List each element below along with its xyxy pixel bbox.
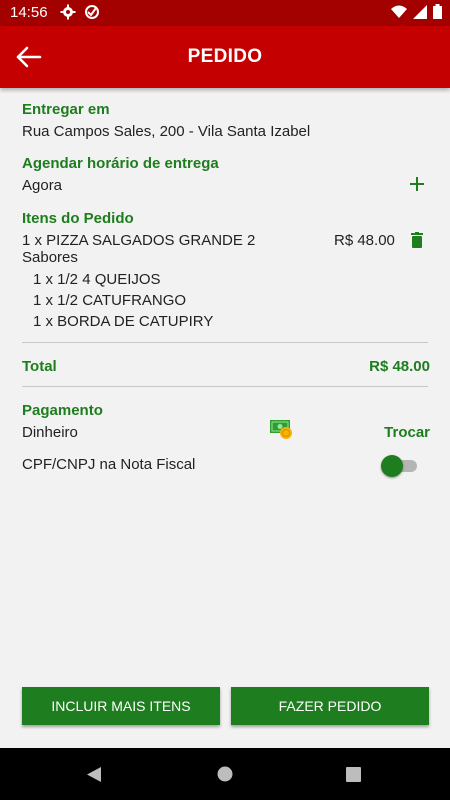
signal-icon: [413, 4, 427, 19]
order-item-price: R$ 48.00: [334, 232, 395, 249]
total-value: R$ 48.00: [369, 358, 430, 375]
schedule-value: Agora: [22, 177, 63, 194]
payment-method: Dinheiro: [22, 424, 78, 441]
schedule-label: Agendar horário de entrega: [22, 155, 219, 172]
total-label: Total: [22, 358, 57, 375]
app-bar: PEDIDO: [0, 26, 450, 88]
status-time: 14:56: [10, 4, 48, 21]
invoice-toggle[interactable]: [381, 455, 417, 477]
page-title: PEDIDO: [187, 46, 263, 67]
items-label: Itens do Pedido: [22, 210, 134, 227]
order-item-detail: 1 x 1/2 4 QUEIJOS: [33, 271, 161, 288]
delivery-label: Entregar em: [22, 101, 110, 118]
change-payment-button[interactable]: Trocar: [384, 424, 430, 441]
add-schedule-icon[interactable]: [409, 176, 425, 192]
order-item-detail: 1 x BORDA DE CATUPIRY: [33, 313, 214, 330]
cash-icon: [270, 420, 292, 439]
order-item-detail: 1 x 1/2 CATUFRANGO: [33, 292, 187, 309]
nav-back-icon[interactable]: [86, 766, 102, 783]
nav-recents-icon[interactable]: [346, 767, 361, 782]
order-item-name: 1 x PIZZA SALGADOS GRANDE 2: [22, 232, 256, 249]
data-saver-icon: [85, 5, 99, 19]
place-order-button[interactable]: FAZER PEDIDO: [231, 687, 429, 725]
nav-home-icon[interactable]: [217, 766, 233, 782]
settings-icon: [60, 4, 76, 20]
divider: [22, 386, 428, 387]
battery-icon: [433, 4, 442, 19]
divider: [22, 342, 428, 343]
navigation-bar: [0, 748, 450, 800]
add-more-items-button[interactable]: INCLUIR MAIS ITENS: [22, 687, 220, 725]
trash-icon[interactable]: [411, 232, 423, 248]
status-bar: 14:56: [0, 0, 450, 26]
order-item-name-cont: Sabores: [22, 249, 78, 266]
wifi-icon: [391, 5, 407, 18]
invoice-label: CPF/CNPJ na Nota Fiscal: [22, 456, 196, 473]
delivery-address[interactable]: Rua Campos Sales, 200 - Vila Santa Izabe…: [22, 123, 310, 140]
payment-label: Pagamento: [22, 402, 103, 419]
